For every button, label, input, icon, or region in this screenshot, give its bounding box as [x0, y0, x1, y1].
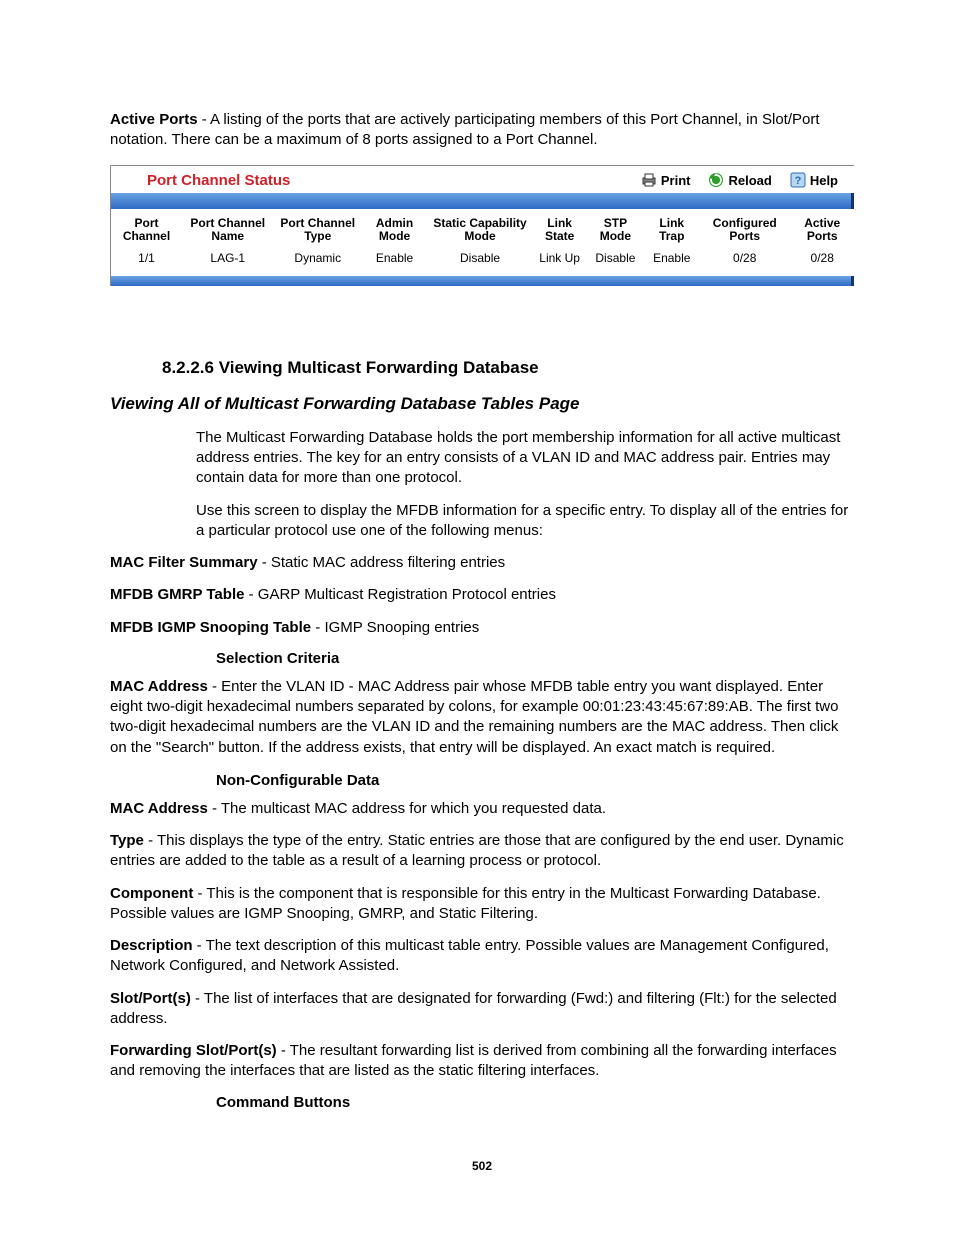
field-component-text: - This is the component that is responsi…	[110, 885, 821, 922]
cell-active-ports: 0/28	[790, 250, 854, 276]
help-label: Help	[810, 173, 838, 188]
field-component-label: Component	[110, 885, 193, 902]
table-row: 1/1 LAG-1 Dynamic Enable Disable Link Up…	[111, 250, 854, 276]
mfdb-igmp-snooping-table-label: MFDB IGMP Snooping Table	[110, 619, 311, 636]
cell-configured-ports: 0/28	[699, 250, 790, 276]
section-subtitle: Viewing All of Multicast Forwarding Data…	[110, 394, 854, 414]
help-icon: ?	[790, 172, 806, 188]
mac-address-selection-text: - Enter the VLAN ID - MAC Address pair w…	[110, 678, 838, 756]
col-stp-mode: STP Mode	[586, 209, 644, 251]
panel-bottom-bar	[111, 276, 854, 286]
field-type: Type - This displays the type of the ent…	[110, 831, 854, 872]
print-button[interactable]: Print	[641, 172, 691, 188]
field-component: Component - This is the component that i…	[110, 884, 854, 925]
help-button[interactable]: ? Help	[790, 172, 838, 188]
col-link-trap: Link Trap	[645, 209, 700, 251]
field-slot-port-label: Slot/Port(s)	[110, 990, 191, 1007]
field-mac-address-label: MAC Address	[110, 800, 208, 817]
cell-admin-mode: Enable	[362, 250, 427, 276]
col-configured-ports: Configured Ports	[699, 209, 790, 251]
field-forwarding-slot-port: Forwarding Slot/Port(s) - The resultant …	[110, 1041, 854, 1082]
field-type-text: - This displays the type of the entry. S…	[110, 832, 844, 869]
field-type-label: Type	[110, 832, 144, 849]
panel-header-links: Print Reload ? Help	[641, 172, 844, 188]
section-number-title: 8.2.2.6 Viewing Multicast Forwarding Dat…	[162, 358, 854, 378]
reload-icon	[708, 172, 724, 188]
port-channel-table: Port Channel Port Channel Name Port Chan…	[111, 209, 854, 276]
col-static-capability-mode: Static Capability Mode	[427, 209, 533, 251]
mfdb-igmp-snooping-table-text: - IGMP Snooping entries	[311, 619, 479, 636]
reload-button[interactable]: Reload	[708, 172, 771, 188]
cell-link-state: Link Up	[533, 250, 586, 276]
non-configurable-data-heading: Non-Configurable Data	[216, 772, 854, 789]
mfdb-gmrp-table-label: MFDB GMRP Table	[110, 586, 244, 603]
field-description-label: Description	[110, 937, 193, 954]
section-paragraph-1: The Multicast Forwarding Database holds …	[196, 428, 854, 489]
mac-address-selection: MAC Address - Enter the VLAN ID - MAC Ad…	[110, 677, 854, 758]
field-slot-port: Slot/Port(s) - The list of interfaces th…	[110, 989, 854, 1030]
cell-link-trap: Enable	[645, 250, 700, 276]
col-active-ports: Active Ports	[790, 209, 854, 251]
col-port-channel-name: Port Channel Name	[182, 209, 274, 251]
mfdb-gmrp-table-text: - GARP Multicast Registration Protocol e…	[244, 586, 556, 603]
mfdb-gmrp-table: MFDB GMRP Table - GARP Multicast Registr…	[110, 585, 854, 605]
reload-label: Reload	[728, 173, 771, 188]
field-forwarding-slot-port-label: Forwarding Slot/Port(s)	[110, 1042, 277, 1059]
section-paragraph-2: Use this screen to display the MFDB info…	[196, 501, 854, 542]
mac-address-selection-label: MAC Address	[110, 678, 208, 695]
mac-filter-summary-label: MAC Filter Summary	[110, 554, 258, 571]
command-buttons-heading: Command Buttons	[216, 1094, 854, 1111]
page-number: 502	[110, 1159, 854, 1173]
field-description: Description - The text description of th…	[110, 936, 854, 977]
field-slot-port-text: - The list of interfaces that are design…	[110, 990, 837, 1027]
cell-static-capability-mode: Disable	[427, 250, 533, 276]
mac-filter-summary: MAC Filter Summary - Static MAC address …	[110, 553, 854, 573]
port-channel-status-panel: Port Channel Status Print Reload ?	[110, 165, 854, 286]
print-icon	[641, 172, 657, 188]
panel-header: Port Channel Status Print Reload ?	[111, 166, 854, 193]
active-ports-text: - A listing of the ports that are active…	[110, 111, 820, 148]
active-ports-definition: Active Ports - A listing of the ports th…	[110, 110, 854, 151]
mfdb-igmp-snooping-table: MFDB IGMP Snooping Table - IGMP Snooping…	[110, 618, 854, 638]
panel-title: Port Channel Status	[147, 172, 641, 189]
cell-port-channel-name: LAG-1	[182, 250, 274, 276]
cell-port-channel: 1/1	[111, 250, 182, 276]
field-mac-address-text: - The multicast MAC address for which yo…	[208, 800, 606, 817]
field-description-text: - The text description of this multicast…	[110, 937, 829, 974]
selection-criteria-heading: Selection Criteria	[216, 650, 854, 667]
print-label: Print	[661, 173, 691, 188]
col-admin-mode: Admin Mode	[362, 209, 427, 251]
field-mac-address: MAC Address - The multicast MAC address …	[110, 799, 854, 819]
cell-port-channel-type: Dynamic	[274, 250, 362, 276]
cell-stp-mode: Disable	[586, 250, 644, 276]
active-ports-label: Active Ports	[110, 111, 198, 128]
col-port-channel-type: Port Channel Type	[274, 209, 362, 251]
col-link-state: Link State	[533, 209, 586, 251]
panel-top-bar	[111, 193, 854, 209]
svg-text:?: ?	[794, 175, 801, 187]
table-header-row: Port Channel Port Channel Name Port Chan…	[111, 209, 854, 251]
mac-filter-summary-text: - Static MAC address filtering entries	[258, 554, 506, 571]
col-port-channel: Port Channel	[111, 209, 182, 251]
